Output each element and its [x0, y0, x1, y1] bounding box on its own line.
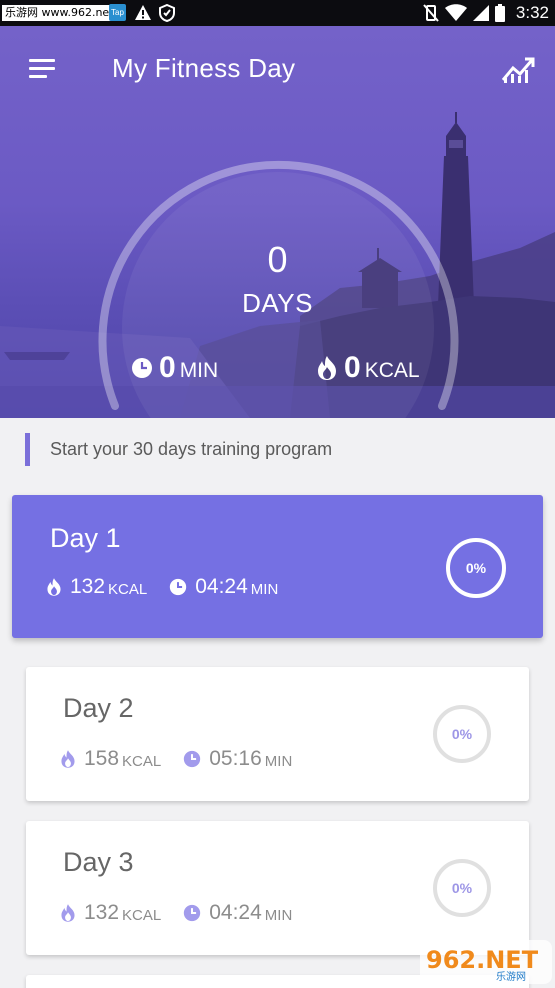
days-label: DAYS: [242, 288, 313, 318]
status-bar: 乐游网 www.962.net Tap 3:32: [0, 0, 555, 26]
day-progress-ring: 0%: [433, 859, 491, 917]
program-label: Start your 30 days training program: [25, 433, 332, 466]
kcal-value: 0: [344, 351, 361, 384]
watermark-logo: 962.NET 乐游网: [420, 940, 552, 984]
hero-header: My Fitness Day 0 DAYS 0 MIN 0 KCAL: [0, 26, 555, 418]
day-time-unit: MIN: [264, 752, 293, 770]
clock-icon: [184, 750, 201, 768]
day-time-unit: MIN: [264, 906, 293, 924]
day-time: 05:16: [209, 747, 262, 770]
day-meta: 158 KCAL 05:16 MIN: [60, 747, 292, 771]
clock-icon: [132, 358, 152, 378]
status-time: 3:32: [515, 3, 549, 22]
watermark-text: 962.NET: [426, 946, 539, 974]
day-kcal: 132: [84, 901, 120, 924]
signal-icon: [473, 5, 489, 21]
day-title: Day 2: [63, 693, 134, 723]
app-title: My Fitness Day: [112, 53, 296, 83]
kcal-unit: KCAL: [364, 359, 420, 382]
day-kcal: 158: [84, 747, 120, 770]
lighthouse-illustration: [0, 112, 555, 418]
day-card[interactable]: Day 3 132 KCAL 04:24 MIN 0%: [26, 821, 529, 955]
day-progress-ring: 0%: [446, 538, 506, 598]
flame-icon: [61, 750, 75, 768]
day-title: Day 1: [50, 523, 121, 553]
menu-button[interactable]: [26, 56, 58, 82]
flame-icon: [47, 578, 61, 596]
flame-icon: [318, 356, 336, 380]
vibrate-off-icon: [423, 4, 439, 22]
day-progress-ring: 0%: [433, 705, 491, 763]
kcal-stat: 0 KCAL: [316, 351, 420, 385]
shield-icon: [159, 4, 175, 22]
day-kcal-unit: KCAL: [108, 580, 148, 598]
day-time: 04:24: [195, 575, 248, 598]
day-kcal: 132: [70, 575, 106, 598]
clock-icon: [170, 578, 187, 596]
flame-icon: [61, 904, 75, 922]
day-time: 04:24: [209, 901, 262, 924]
watermark-subtext: 乐游网: [496, 970, 526, 983]
wifi-icon: [445, 4, 467, 21]
tap-app-icon: Tap: [109, 4, 126, 21]
minutes-unit: MIN: [179, 359, 219, 382]
days-count: 0: [267, 239, 288, 280]
day-card[interactable]: Day 2 158 KCAL 05:16 MIN 0%: [26, 667, 529, 801]
day-meta: 132 KCAL 04:24 MIN: [46, 575, 278, 599]
day-time-unit: MIN: [250, 580, 279, 598]
clock-icon: [184, 904, 201, 922]
statistics-chart-icon[interactable]: [500, 54, 536, 84]
battery-icon: [495, 4, 505, 22]
site-badge: 乐游网 www.962.net: [2, 5, 117, 21]
status-icons: [423, 4, 505, 22]
day-meta: 132 KCAL 04:24 MIN: [60, 901, 292, 925]
minutes-value: 0: [159, 351, 176, 384]
minutes-stat: 0 MIN: [131, 351, 218, 385]
day-card[interactable]: Day 1 132 KCAL 04:24 MIN 0%: [12, 495, 543, 638]
day-kcal-unit: KCAL: [122, 752, 162, 770]
day-kcal-unit: KCAL: [122, 906, 162, 924]
warning-icon: [135, 5, 151, 20]
day-title: Day 3: [63, 847, 134, 877]
